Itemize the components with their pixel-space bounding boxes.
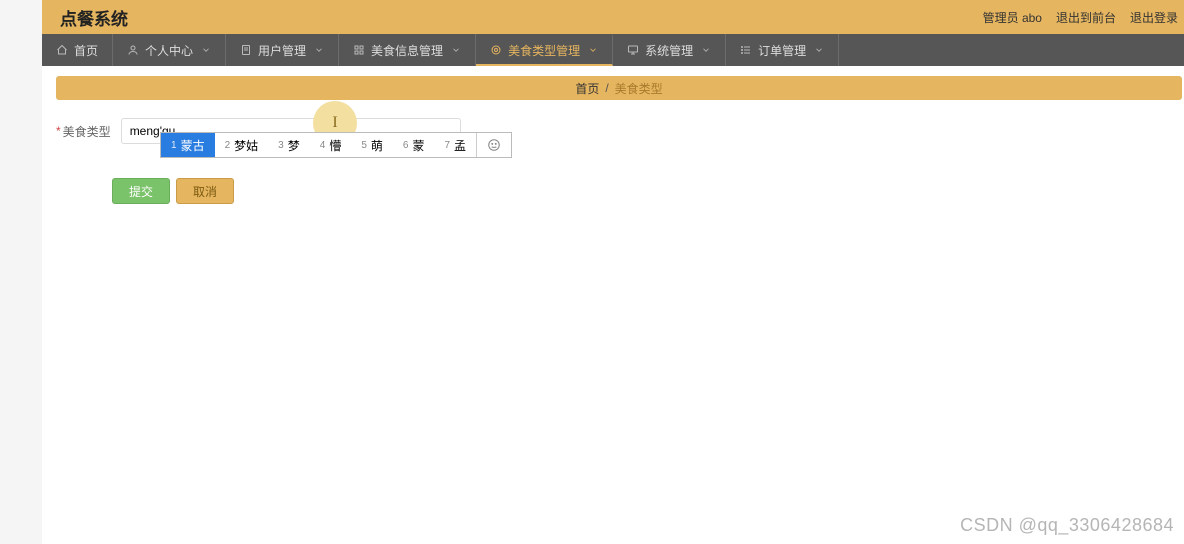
chevron-down-icon — [451, 45, 461, 55]
ime-option-text: 蒙古 — [181, 137, 205, 154]
doc-icon — [240, 44, 252, 56]
breadcrumb-sep: / — [605, 81, 608, 95]
user-icon — [127, 44, 139, 56]
grid-icon — [353, 44, 365, 56]
nav-label: 美食信息管理 — [371, 42, 443, 59]
ime-option-text: 懵 — [329, 137, 341, 154]
ime-option-2[interactable]: 2梦姑 — [215, 133, 269, 157]
ime-option-number: 3 — [278, 140, 284, 151]
app-header: 点餐系统 管理员 abo 退出到前台 退出登录 — [42, 0, 1184, 34]
smile-icon — [487, 138, 501, 152]
navbar: 首页 个人中心 用户管理 美食信息管理 美食类型管理 系统管理 订单管理 — [42, 34, 1184, 66]
breadcrumb-current: 美食类型 — [615, 80, 663, 97]
ime-option-number: 2 — [225, 140, 231, 151]
nav-item-6[interactable]: 订单管理 — [726, 34, 839, 66]
nav-label: 首页 — [74, 42, 98, 59]
cancel-button[interactable]: 取消 — [176, 178, 234, 204]
chevron-down-icon — [314, 45, 324, 55]
ime-option-number: 4 — [320, 140, 326, 151]
nav-item-2[interactable]: 用户管理 — [226, 34, 339, 66]
nav-label: 个人中心 — [145, 42, 193, 59]
watermark-text: CSDN @qq_3306428684 — [960, 515, 1174, 536]
admin-link[interactable]: 管理员 abo — [983, 9, 1042, 26]
ime-option-number: 6 — [403, 140, 409, 151]
nav-label: 订单管理 — [758, 42, 806, 59]
nav-item-4[interactable]: 美食类型管理 — [476, 34, 613, 66]
app-frame: 点餐系统 管理员 abo 退出到前台 退出登录 首页 个人中心 用户管理 美食信息管理… — [42, 0, 1184, 544]
ime-option-number: 1 — [171, 140, 177, 151]
ime-option-6[interactable]: 6蒙 — [393, 133, 435, 157]
exit-front-link[interactable]: 退出到前台 — [1056, 9, 1116, 26]
monitor-icon — [627, 44, 639, 56]
submit-button[interactable]: 提交 — [112, 178, 170, 204]
ime-option-text: 蒙 — [412, 137, 424, 154]
ime-emoji-button[interactable] — [477, 133, 511, 157]
home-icon — [56, 44, 68, 56]
ime-option-3[interactable]: 3梦 — [268, 133, 310, 157]
nav-item-1[interactable]: 个人中心 — [113, 34, 226, 66]
ime-option-5[interactable]: 5萌 — [351, 133, 393, 157]
ime-option-text: 萌 — [371, 137, 383, 154]
app-title: 点餐系统 — [60, 5, 128, 30]
form-label: * 美食类型 — [56, 123, 111, 140]
ime-candidate-strip[interactable]: 1蒙古2梦姑3梦4懵5萌6蒙7孟 — [160, 132, 512, 158]
target-icon — [490, 44, 502, 56]
chevron-down-icon — [588, 45, 598, 55]
ime-option-1[interactable]: 1 蒙古 — [161, 133, 215, 157]
breadcrumb: 首页 / 美食类型 — [56, 76, 1182, 100]
chevron-down-icon — [701, 45, 711, 55]
ime-option-7[interactable]: 7孟 — [434, 133, 476, 157]
header-right: 管理员 abo 退出到前台 退出登录 — [983, 9, 1178, 26]
ime-option-text: 孟 — [454, 137, 466, 154]
chevron-down-icon — [201, 45, 211, 55]
nav-item-0[interactable]: 首页 — [42, 34, 113, 66]
ime-option-4[interactable]: 4懵 — [310, 133, 352, 157]
required-star: * — [56, 124, 61, 138]
breadcrumb-home[interactable]: 首页 — [575, 80, 599, 97]
form-area: * 美食类型 提交 取消 — [56, 118, 1182, 204]
ime-option-number: 5 — [361, 140, 367, 151]
button-row: 提交 取消 — [112, 178, 1182, 204]
exit-login-link[interactable]: 退出登录 — [1130, 9, 1178, 26]
ime-option-number: 7 — [444, 140, 450, 151]
nav-label: 用户管理 — [258, 42, 306, 59]
ime-option-text: 梦姑 — [234, 137, 258, 154]
ime-option-text: 梦 — [288, 137, 300, 154]
nav-item-5[interactable]: 系统管理 — [613, 34, 726, 66]
list-icon — [740, 44, 752, 56]
nav-label: 美食类型管理 — [508, 42, 580, 59]
field-label: 美食类型 — [63, 123, 111, 140]
chevron-down-icon — [814, 45, 824, 55]
nav-item-3[interactable]: 美食信息管理 — [339, 34, 476, 66]
nav-label: 系统管理 — [645, 42, 693, 59]
